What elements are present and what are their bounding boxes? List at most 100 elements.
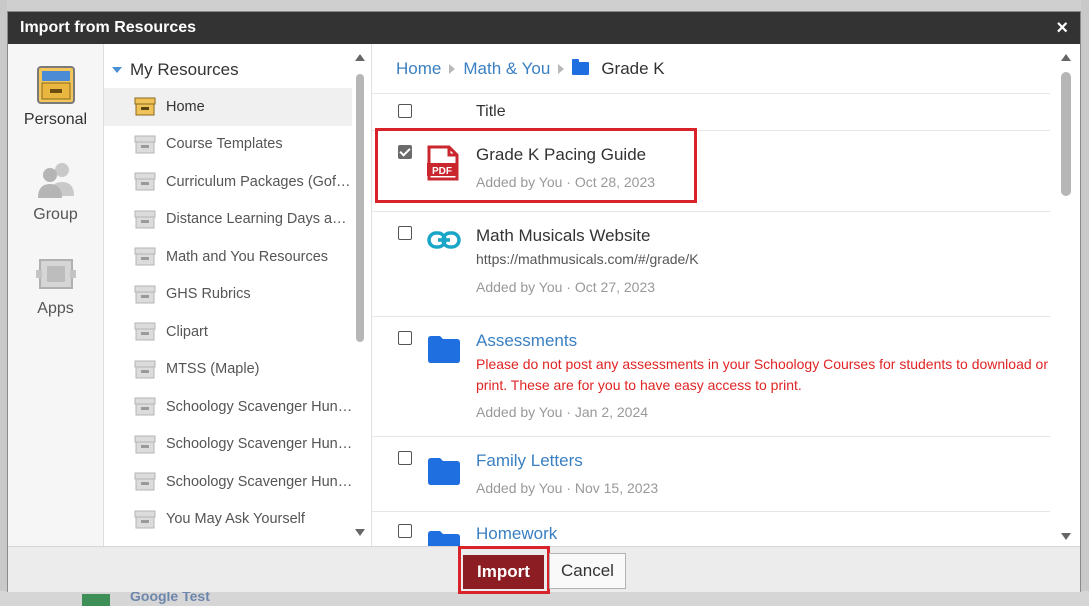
row-checkbox[interactable]	[398, 226, 412, 240]
column-title: Title	[476, 103, 506, 120]
resource-box-icon	[134, 285, 156, 304]
breadcrumb-home[interactable]: Home	[396, 59, 441, 79]
tree-item-label: Schoology Scavenger Hun…	[166, 398, 352, 415]
tree-item[interactable]: Clipart	[104, 313, 352, 351]
tree-item[interactable]: You May Ask Yourself	[104, 501, 352, 539]
tree-item[interactable]: Schoology Scavenger Hun…	[104, 388, 352, 426]
row-meta: Added by You · Jan 2, 2024	[476, 404, 649, 420]
resource-box-icon	[34, 63, 78, 107]
content-scroll-thumb[interactable]	[1061, 72, 1071, 196]
dialog-title: Import from Resources	[20, 19, 197, 36]
source-rail: Personal Group Apps	[8, 44, 104, 546]
caret-down-icon	[112, 67, 122, 73]
row-title[interactable]: Homework	[476, 524, 557, 544]
tree-list: Home Course Templates Curriculum Packages …	[104, 88, 371, 538]
tree-item[interactable]: Math and You Resources	[104, 238, 352, 276]
tree-item-label: Curriculum Packages (Gof…	[166, 173, 351, 190]
row-title[interactable]: Assessments	[476, 331, 577, 351]
group-people-icon	[34, 158, 78, 202]
import-button[interactable]: Import	[463, 555, 544, 589]
table-header: Title	[372, 94, 1050, 131]
tree-item-label: MTSS (Maple)	[166, 361, 260, 378]
tree-item[interactable]: MTSS (Maple)	[104, 351, 352, 389]
tree-item[interactable]: GHS Rubrics	[104, 276, 352, 314]
table-row[interactable]: Math Musicals Website https://mathmusica…	[372, 212, 1050, 317]
row-checkbox[interactable]	[398, 331, 412, 345]
tree-item-label: Schoology Scavenger Hun…	[166, 473, 352, 490]
link-icon	[427, 230, 461, 255]
tree-item[interactable]: Home	[104, 88, 352, 126]
rail-item-apps[interactable]: Apps	[8, 238, 103, 332]
row-meta: Added by You · Oct 27, 2023	[476, 279, 656, 295]
row-description: Please do not post any assessments in yo…	[476, 356, 1048, 393]
import-dialog: Import from Resources × Personal Group A…	[7, 11, 1081, 594]
close-button[interactable]: ×	[1056, 18, 1068, 38]
dialog-body: Personal Group Apps My Resources Home Co…	[8, 44, 1080, 546]
resource-box-icon	[134, 510, 156, 529]
resource-box-icon	[134, 360, 156, 379]
rail-item-personal[interactable]: Personal	[8, 44, 103, 144]
resource-box-icon	[134, 172, 156, 191]
apps-icon	[34, 252, 78, 296]
dialog-titlebar: Import from Resources ×	[8, 12, 1080, 44]
dialog-footer: Import Cancel	[8, 546, 1080, 594]
tree-item-label: Home	[166, 98, 205, 115]
table-row[interactable]: Homework	[372, 512, 1050, 546]
folder-icon	[427, 530, 461, 546]
tree-item-label: Course Templates	[166, 136, 283, 153]
row-url[interactable]: https://mathmusicals.com/#/grade/K	[476, 251, 699, 267]
resource-box-icon	[134, 322, 156, 341]
resource-box-icon	[134, 135, 156, 154]
rail-label-personal: Personal	[23, 111, 88, 128]
breadcrumb-current: Grade K	[601, 58, 665, 78]
rail-label-apps: Apps	[37, 300, 74, 317]
row-meta: Added by You · Nov 15, 2023	[476, 480, 659, 496]
tree-item-label: Clipart	[166, 323, 208, 340]
resource-box-icon	[134, 247, 156, 266]
breadcrumb-arrow-icon	[558, 63, 565, 74]
rail-item-group[interactable]: Group	[8, 144, 103, 238]
resource-box-icon	[134, 397, 156, 416]
select-all-checkbox[interactable]	[398, 104, 412, 118]
background-item-icon	[82, 594, 110, 606]
folder-icon	[427, 457, 461, 490]
tree-item-label: Schoology Scavenger Hun…	[166, 436, 352, 453]
tree-item[interactable]: Curriculum Packages (Gof…	[104, 163, 352, 201]
row-title[interactable]: Family Letters	[476, 451, 583, 471]
folder-icon	[572, 59, 590, 75]
resource-tree: My Resources Home Course Templates Curricu…	[104, 44, 372, 546]
breadcrumb-parent[interactable]: Math & You	[463, 59, 550, 79]
resource-box-icon	[134, 210, 156, 229]
scroll-up-icon[interactable]	[1061, 54, 1071, 61]
breadcrumb-arrow-icon	[449, 63, 456, 74]
tree-item[interactable]: Distance Learning Days a…	[104, 201, 352, 239]
resource-box-icon	[134, 472, 156, 491]
tree-item[interactable]: Course Templates	[104, 126, 352, 164]
resource-box-icon	[134, 435, 156, 454]
content-scrollbar[interactable]	[1060, 52, 1072, 542]
cancel-button[interactable]: Cancel	[549, 553, 626, 589]
row-checkbox[interactable]	[398, 524, 412, 538]
resource-content: Home Math & You Grade K Title PDF Grade …	[372, 44, 1080, 546]
tree-item-label: Distance Learning Days a…	[166, 211, 347, 228]
row-title[interactable]: Math Musicals Website	[476, 226, 650, 246]
tree-scrollbar[interactable]	[355, 52, 365, 538]
row-checkbox[interactable]	[398, 451, 412, 465]
table-row[interactable]: Family Letters Added by You · Nov 15, 20…	[372, 437, 1050, 512]
tree-header[interactable]: My Resources	[104, 44, 371, 88]
tree-item[interactable]: Schoology Scavenger Hun…	[104, 426, 352, 464]
scroll-down-icon[interactable]	[355, 529, 365, 536]
breadcrumb: Home Math & You Grade K	[372, 44, 1050, 94]
tree-header-label: My Resources	[130, 60, 239, 79]
table-row[interactable]: Assessments Please do not post any asses…	[372, 317, 1050, 437]
rail-label-group: Group	[33, 206, 78, 223]
scroll-up-icon[interactable]	[355, 54, 365, 61]
scroll-down-icon[interactable]	[1061, 533, 1071, 540]
tree-item-label: You May Ask Yourself	[166, 511, 305, 528]
background-page-right	[1081, 0, 1089, 606]
folder-icon	[427, 335, 461, 368]
tree-scroll-thumb[interactable]	[356, 74, 364, 342]
tree-item[interactable]: Schoology Scavenger Hun…	[104, 463, 352, 501]
background-page	[0, 0, 7, 606]
resource-box-icon	[134, 97, 156, 116]
